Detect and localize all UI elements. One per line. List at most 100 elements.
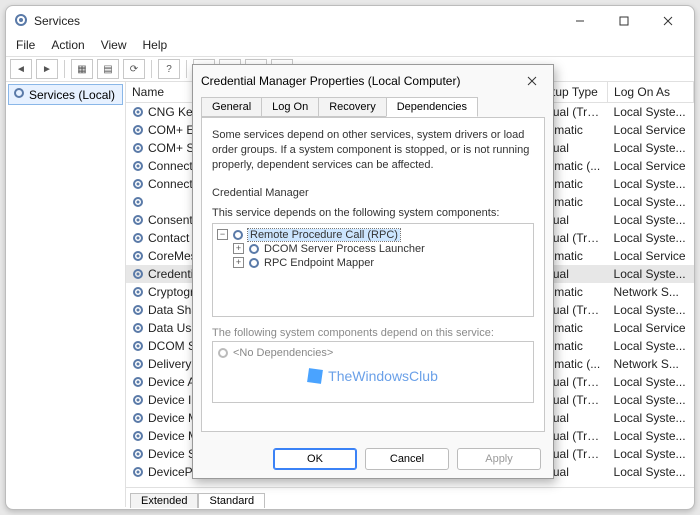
expand-icon[interactable]: + bbox=[233, 257, 244, 268]
close-button[interactable] bbox=[646, 7, 690, 35]
service-logon: Local Service bbox=[608, 319, 694, 337]
service-logon: Local Syste... bbox=[608, 193, 694, 211]
tab-standard[interactable]: Standard bbox=[198, 493, 265, 508]
minimize-button[interactable] bbox=[558, 7, 602, 35]
service-logon: Local Service bbox=[608, 121, 694, 139]
properties-dialog: Credential Manager Properties (Local Com… bbox=[192, 64, 554, 479]
collapse-icon[interactable]: − bbox=[217, 229, 228, 240]
gear-icon bbox=[132, 340, 144, 352]
service-logon: Network S... bbox=[608, 355, 694, 373]
service-logon: Local Service bbox=[608, 157, 694, 175]
service-logon: Local Syste... bbox=[608, 103, 694, 122]
gear-icon bbox=[132, 232, 144, 244]
tree-node-label: RPC Endpoint Mapper bbox=[264, 257, 374, 269]
menu-action[interactable]: Action bbox=[51, 38, 84, 52]
service-logon: Local Syste... bbox=[608, 337, 694, 355]
menubar: File Action View Help bbox=[6, 36, 694, 56]
dialog-close-button[interactable] bbox=[519, 71, 545, 91]
export-button[interactable]: ▤ bbox=[97, 59, 119, 79]
tab-recovery[interactable]: Recovery bbox=[318, 97, 386, 117]
tree-node-dcom[interactable]: + DCOM Server Process Launcher bbox=[217, 242, 529, 256]
gear-icon bbox=[132, 394, 144, 406]
gear-icon bbox=[248, 257, 260, 269]
back-button[interactable]: ◄ bbox=[10, 59, 32, 79]
dependencies-description: Some services depend on other services, … bbox=[212, 128, 534, 173]
show-hide-button[interactable]: ▦ bbox=[71, 59, 93, 79]
gear-icon bbox=[132, 196, 144, 208]
depends-on-label: This service depends on the following sy… bbox=[212, 207, 534, 219]
toolbar-separator bbox=[151, 60, 152, 78]
service-logon: Local Syste... bbox=[608, 229, 694, 247]
service-logon: Local Syste... bbox=[608, 373, 694, 391]
services-icon bbox=[13, 87, 25, 102]
cancel-button[interactable]: Cancel bbox=[365, 448, 449, 470]
help-button[interactable]: ? bbox=[158, 59, 180, 79]
gear-icon bbox=[248, 243, 260, 255]
gear-icon bbox=[132, 178, 144, 190]
gear-icon bbox=[132, 160, 144, 172]
services-icon bbox=[14, 13, 28, 30]
service-logon: Local Syste... bbox=[608, 211, 694, 229]
service-logon: Local Syste... bbox=[608, 139, 694, 157]
dialog-titlebar[interactable]: Credential Manager Properties (Local Com… bbox=[193, 65, 553, 97]
expand-icon[interactable]: + bbox=[233, 243, 244, 254]
gear-icon bbox=[132, 358, 144, 370]
titlebar[interactable]: Services bbox=[6, 6, 694, 36]
tree-node-label: DCOM Server Process Launcher bbox=[264, 243, 425, 255]
depends-on-tree[interactable]: − Remote Procedure Call (RPC) + DCOM Ser… bbox=[212, 223, 534, 317]
menu-help[interactable]: Help bbox=[143, 38, 168, 52]
watermark-icon bbox=[307, 368, 323, 384]
watermark-text: TheWindowsClub bbox=[328, 368, 438, 384]
menu-file[interactable]: File bbox=[16, 38, 35, 52]
service-logon: Network S... bbox=[608, 283, 694, 301]
service-logon: Local Syste... bbox=[608, 391, 694, 409]
tab-general[interactable]: General bbox=[201, 97, 262, 117]
window-title: Services bbox=[34, 14, 80, 28]
gear-icon bbox=[217, 347, 229, 359]
service-logon: Local Syste... bbox=[608, 427, 694, 445]
service-logon: Local Syste... bbox=[608, 445, 694, 463]
gear-icon bbox=[132, 250, 144, 262]
apply-button[interactable]: Apply bbox=[457, 448, 541, 470]
gear-icon bbox=[132, 304, 144, 316]
ok-button[interactable]: OK bbox=[273, 448, 357, 470]
gear-icon bbox=[132, 268, 144, 280]
tree-node-none: <No Dependencies> bbox=[217, 346, 529, 360]
gear-icon bbox=[132, 286, 144, 298]
gear-icon bbox=[132, 412, 144, 424]
service-logon: Local Service bbox=[608, 247, 694, 265]
tree-node-rpc[interactable]: − Remote Procedure Call (RPC) bbox=[217, 228, 529, 242]
refresh-button[interactable]: ⟳ bbox=[123, 59, 145, 79]
toolbar-separator bbox=[186, 60, 187, 78]
tab-dependencies[interactable]: Dependencies bbox=[386, 97, 478, 117]
gear-icon bbox=[132, 106, 144, 118]
service-logon: Local Syste... bbox=[608, 463, 694, 481]
dependencies-panel: Some services depend on other services, … bbox=[201, 117, 545, 432]
gear-icon bbox=[132, 142, 144, 154]
service-logon: Local Syste... bbox=[608, 265, 694, 283]
tree-node-rpc-mapper[interactable]: + RPC Endpoint Mapper bbox=[217, 256, 529, 270]
tree-root-services-local[interactable]: Services (Local) bbox=[8, 84, 123, 105]
service-logon: Local Syste... bbox=[608, 175, 694, 193]
dialog-title: Credential Manager Properties (Local Com… bbox=[201, 74, 460, 88]
menu-view[interactable]: View bbox=[101, 38, 127, 52]
tree-node-label: Remote Procedure Call (RPC) bbox=[248, 229, 400, 241]
gear-icon bbox=[132, 376, 144, 388]
gear-icon bbox=[132, 214, 144, 226]
view-tabs: Extended Standard bbox=[126, 487, 694, 507]
gear-icon bbox=[132, 430, 144, 442]
dialog-tabs: General Log On Recovery Dependencies bbox=[193, 97, 553, 117]
tree-root-label: Services (Local) bbox=[29, 88, 115, 102]
depended-by-label: The following system components depend o… bbox=[212, 327, 534, 339]
maximize-button[interactable] bbox=[602, 7, 646, 35]
service-name-label: Credential Manager bbox=[212, 187, 534, 199]
tab-logon[interactable]: Log On bbox=[261, 97, 319, 117]
watermark: TheWindowsClub bbox=[202, 368, 544, 384]
service-logon: Local Syste... bbox=[608, 301, 694, 319]
tab-extended[interactable]: Extended bbox=[130, 493, 198, 508]
gear-icon bbox=[232, 229, 244, 241]
forward-button[interactable]: ► bbox=[36, 59, 58, 79]
service-logon: Local Syste... bbox=[608, 409, 694, 427]
gear-icon bbox=[132, 448, 144, 460]
column-header-logon[interactable]: Log On As bbox=[608, 82, 694, 103]
